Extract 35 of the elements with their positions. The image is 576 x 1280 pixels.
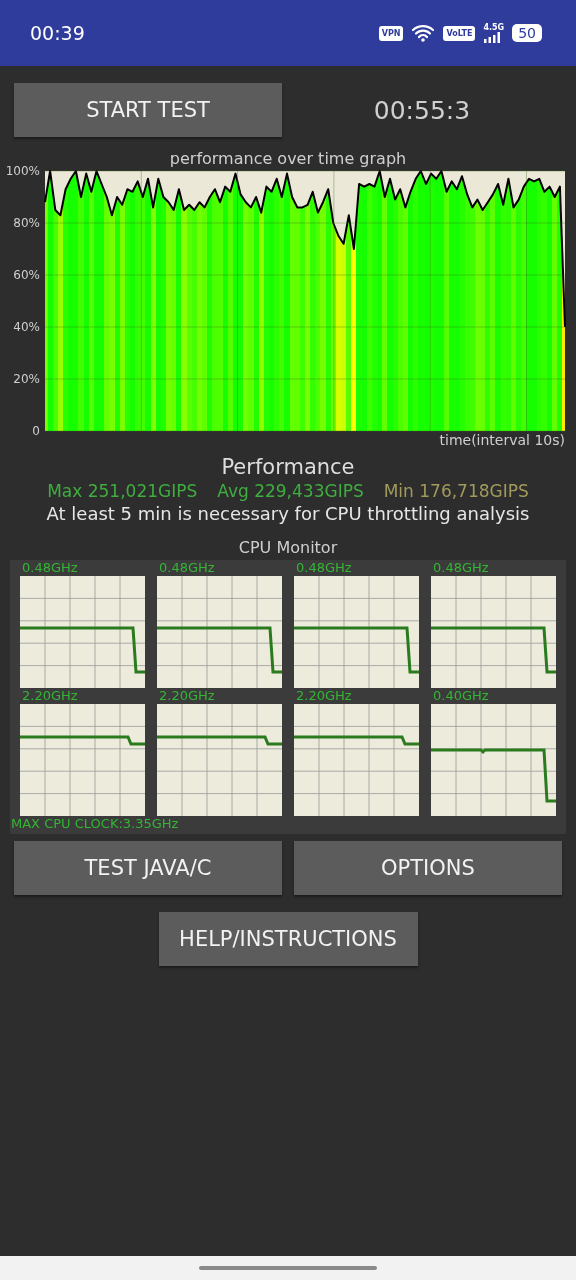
axis-label: 20% (13, 372, 40, 386)
section-title: CPU Monitor (237, 538, 339, 557)
axis-label: 100% (5, 164, 40, 178)
options-button[interactable]: OPTIONS (294, 841, 562, 895)
frequency-label: 2.20GHz (159, 688, 216, 704)
elapsed-timer: 00:55:3 (372, 95, 472, 125)
axis-label: 0 (32, 424, 40, 438)
vpn-badge: VPN (378, 25, 404, 41)
average-score: Avg 229,433GIPS (217, 481, 364, 501)
battery-indicator: 50 (512, 24, 542, 42)
network-type: 4.5G (483, 23, 505, 32)
frequency-label: 2.20GHz (296, 688, 353, 704)
axis-label: 60% (13, 268, 40, 282)
max-score: Max 251,021GIPS (47, 481, 198, 501)
axis-title: time(interval 10s) (439, 432, 565, 448)
start-test-button[interactable]: START TEST (14, 83, 282, 137)
frequency-label: 0.48GHz (296, 560, 353, 576)
axis-label: 40% (13, 320, 40, 334)
frequency-label: 0.48GHz (159, 560, 216, 576)
frequency-label: 0.48GHz (22, 560, 79, 576)
frequency-label: 0.40GHz (433, 688, 490, 704)
analysis-note: At least 5 min is necessary for CPU throttling analysis (46, 503, 530, 524)
chart-title: performance over time graph (169, 149, 407, 168)
axis-label: 80% (13, 216, 40, 230)
min-score: Min 176,718GIPS (383, 481, 529, 501)
frequency-label: 0.48GHz (433, 560, 490, 576)
help-button[interactable]: HELP/INSTRUCTIONS (158, 912, 418, 966)
volte-badge: VoLTE (443, 25, 476, 41)
home-indicator[interactable] (199, 1266, 377, 1270)
frequency-label: 2.20GHz (22, 688, 79, 704)
test-java-c-button[interactable]: TEST JAVA/C (14, 841, 282, 895)
wifi-icon (411, 24, 436, 42)
clock: 00:39 (30, 22, 86, 44)
max-cpu-clock: MAX CPU CLOCK:3.35GHz (11, 816, 179, 832)
section-title: Performance (221, 455, 355, 479)
